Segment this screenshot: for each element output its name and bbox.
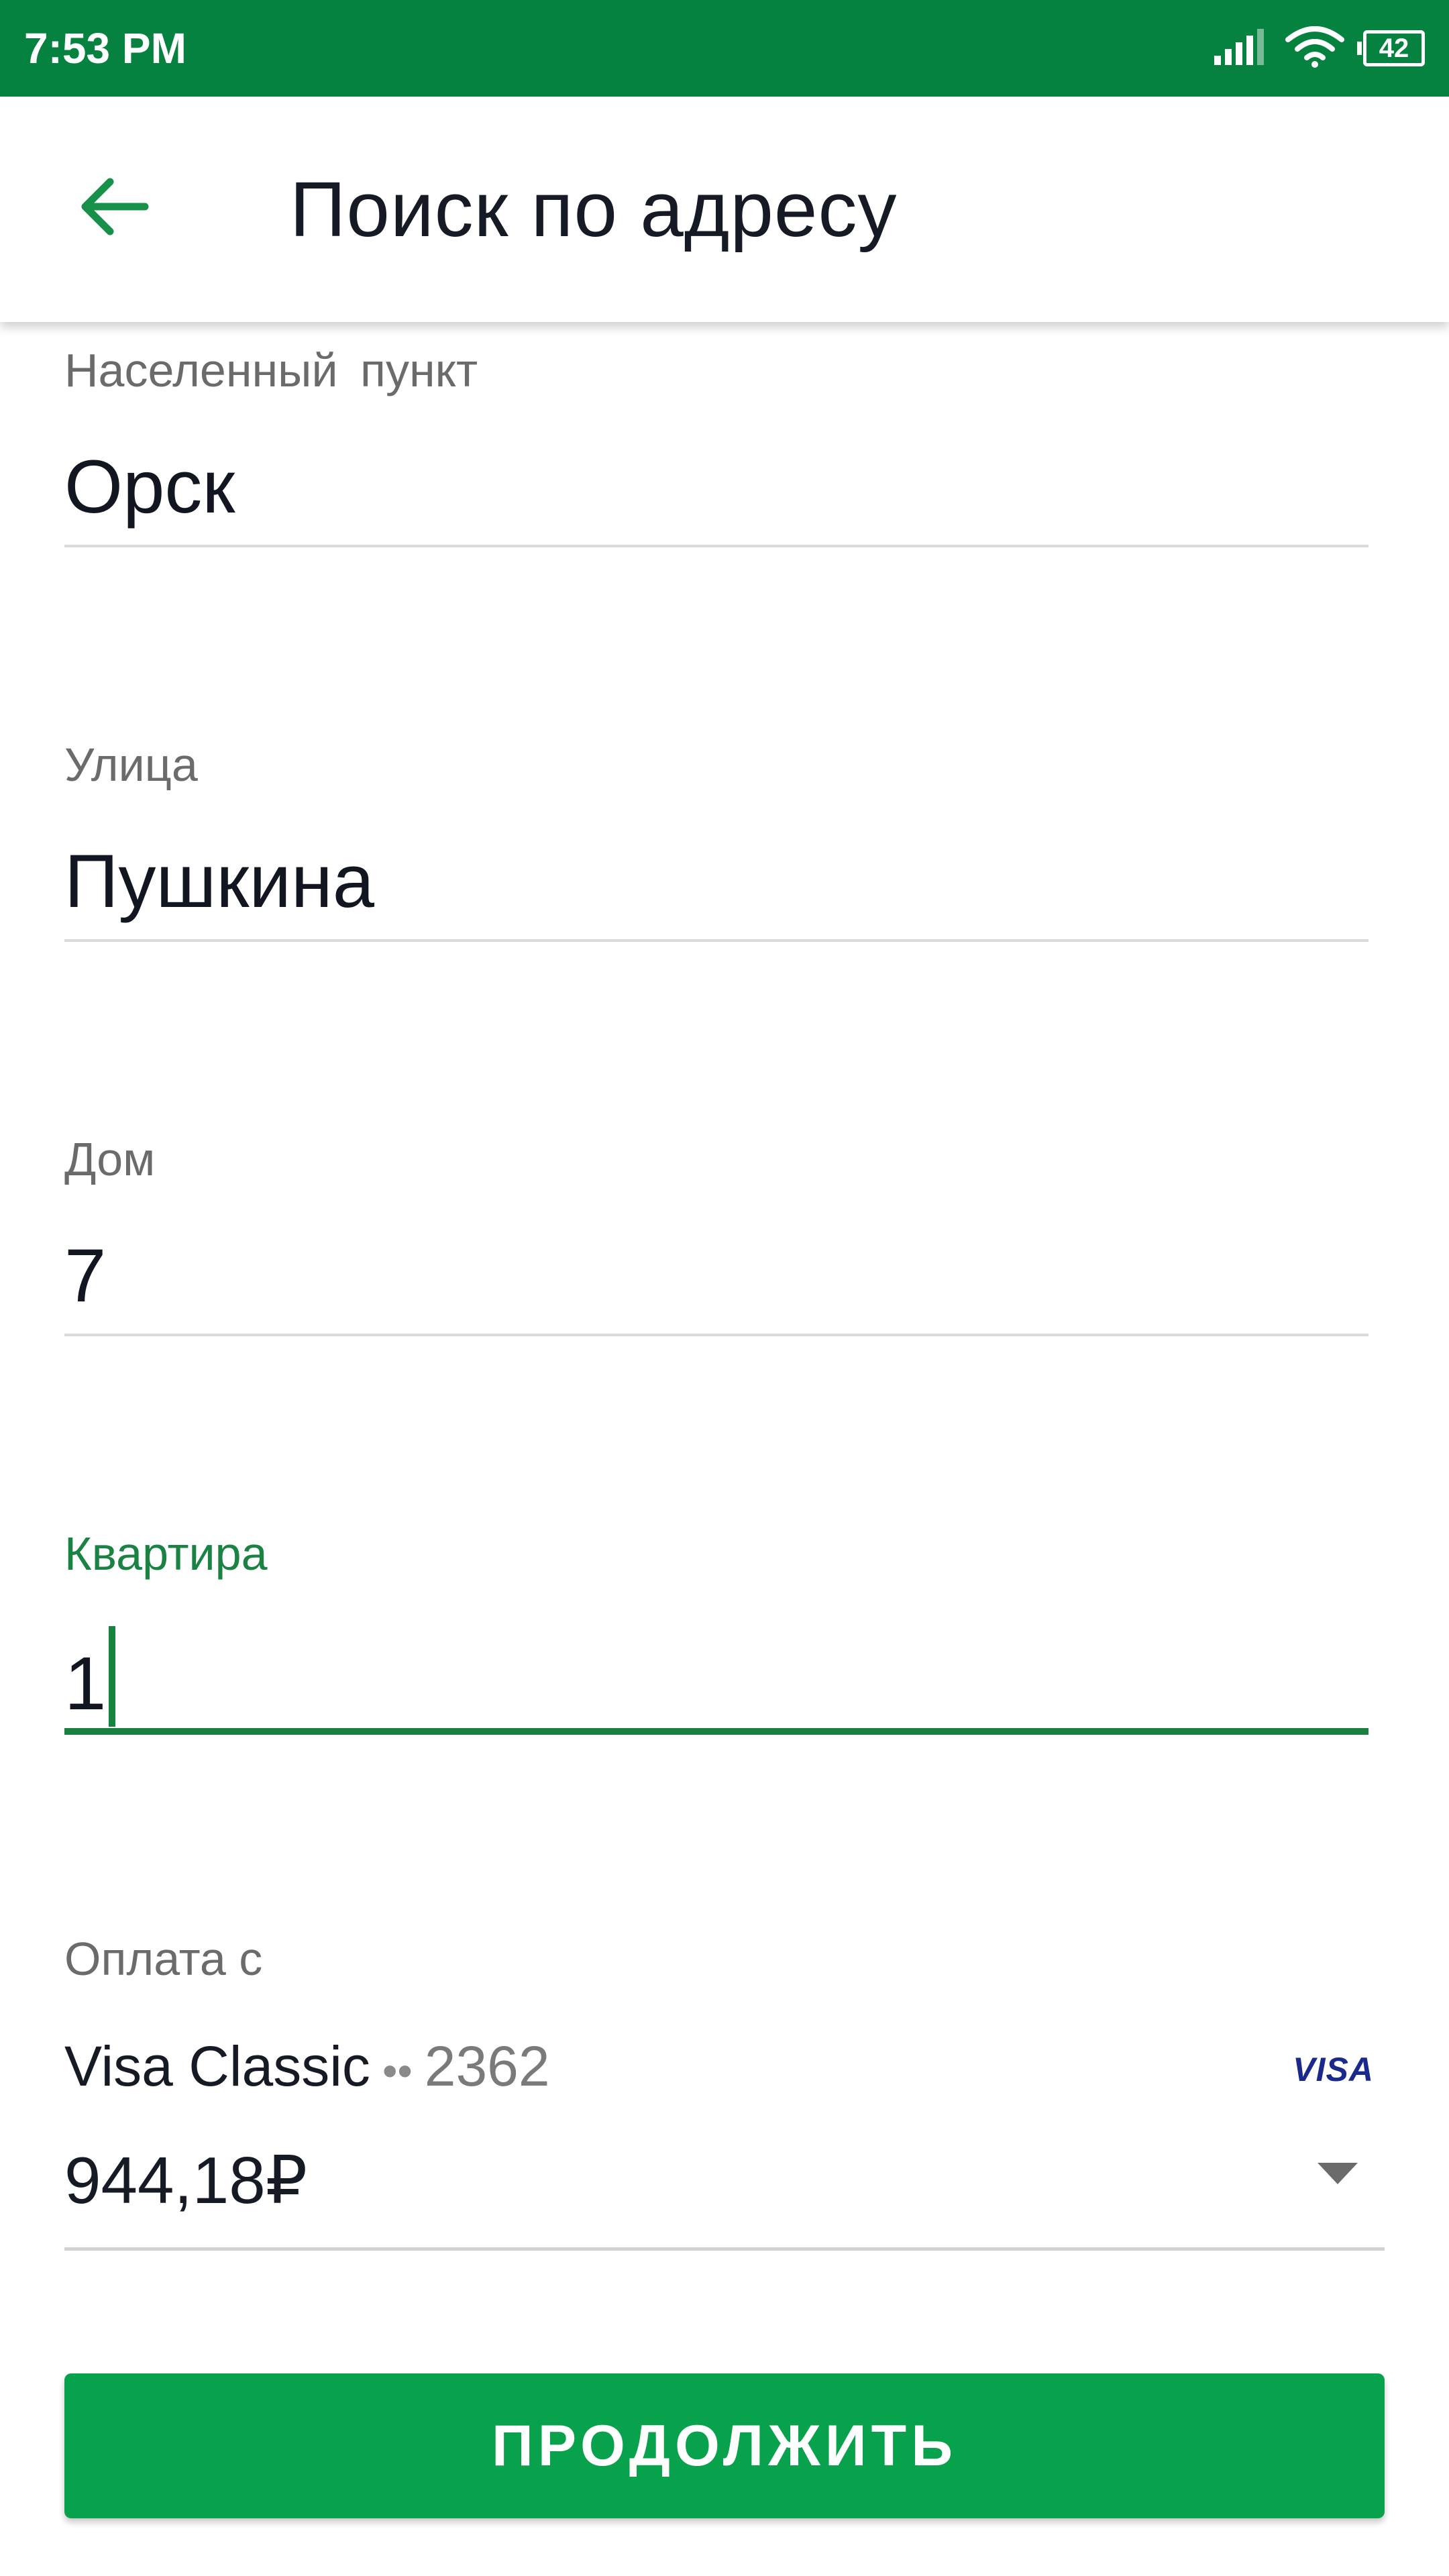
street-label: Улица bbox=[64, 739, 198, 791]
payment-underline bbox=[64, 2247, 1385, 2251]
apartment-value: 1 bbox=[64, 1642, 107, 1725]
street-underline bbox=[64, 939, 1368, 942]
apartment-field[interactable]: Квартира 1 bbox=[64, 1527, 1368, 1741]
app-bar: Поиск по адресу bbox=[0, 97, 1449, 322]
apartment-label: Квартира bbox=[64, 1527, 268, 1580]
text-cursor bbox=[109, 1626, 116, 1727]
page-title: Поиск по адресу bbox=[290, 166, 898, 253]
battery-icon: 42 bbox=[1357, 30, 1425, 66]
status-icons: 42 bbox=[1213, 24, 1425, 72]
locality-field[interactable]: Населенный пункт Орск bbox=[64, 343, 1368, 551]
chevron-down-icon[interactable] bbox=[1318, 2160, 1358, 2187]
visa-logo: VISA bbox=[1293, 2051, 1374, 2088]
back-button[interactable] bbox=[67, 161, 161, 255]
house-input[interactable]: 7 bbox=[64, 1232, 106, 1320]
apartment-input[interactable]: 1 bbox=[64, 1626, 116, 1728]
card-dots: •• bbox=[382, 2047, 413, 2095]
locality-underline bbox=[64, 545, 1368, 547]
locality-input[interactable]: Орск bbox=[64, 443, 235, 531]
card-number: 2362 bbox=[424, 2035, 550, 2098]
payment-label: Оплата с bbox=[64, 1933, 263, 1985]
house-label: Дом bbox=[64, 1133, 156, 1185]
house-field[interactable]: Дом 7 bbox=[64, 1132, 1368, 1340]
card-name: Visa Classic bbox=[64, 2035, 370, 2098]
status-time: 7:53 PM bbox=[24, 24, 186, 72]
arrow-left-icon bbox=[79, 176, 149, 240]
card-line: Visa Classic •• 2362 bbox=[64, 2033, 550, 2104]
phone-screen: 7:53 PM 42 Поиск по адресу Населенный пу… bbox=[0, 0, 1449, 2576]
house-underline bbox=[64, 1334, 1368, 1336]
card-balance: 944,18₽ bbox=[64, 2143, 308, 2217]
payment-source-selector[interactable]: Оплата с Visa Classic •• 2362 VISA 944,18₽ bbox=[64, 1932, 1385, 2253]
signal-icon bbox=[1213, 28, 1267, 68]
battery-level: 42 bbox=[1379, 34, 1409, 63]
street-input[interactable]: Пушкина bbox=[64, 837, 374, 926]
status-bar: 7:53 PM 42 bbox=[0, 0, 1449, 97]
locality-label: Населенный пункт bbox=[64, 344, 478, 396]
wifi-icon bbox=[1285, 25, 1344, 71]
street-field[interactable]: Улица Пушкина bbox=[64, 738, 1368, 946]
apartment-underline bbox=[64, 1728, 1368, 1735]
continue-button[interactable]: ПРОДОЛЖИТЬ bbox=[64, 2373, 1385, 2518]
